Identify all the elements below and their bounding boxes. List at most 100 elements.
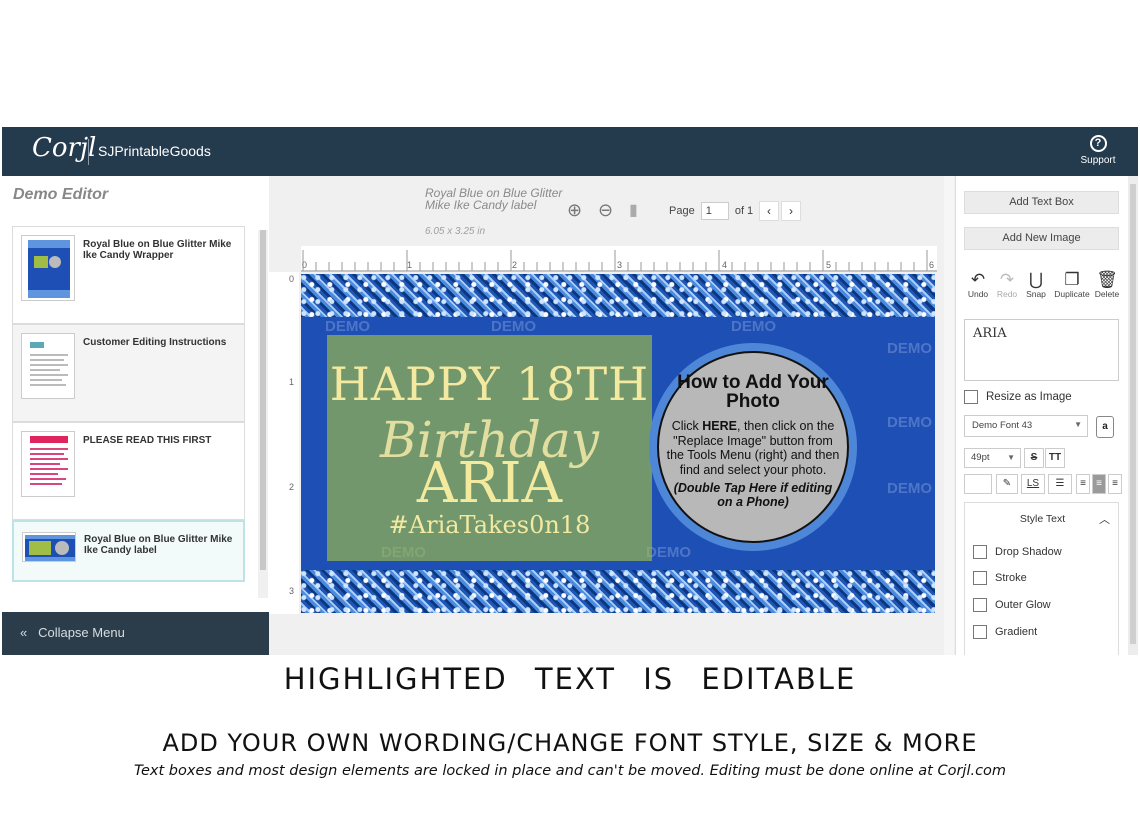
trash-icon[interactable]: ▮ <box>629 200 638 220</box>
page-input[interactable]: 1 <box>700 202 729 220</box>
style-text-section: Style Text ︿ Drop Shadow Stroke Outer Gl… <box>964 502 1119 655</box>
font-size-select[interactable]: 49pt ▼ <box>964 448 1021 468</box>
drop-shadow-option[interactable]: Drop Shadow <box>973 545 1062 559</box>
template-item[interactable]: Customer Editing Instructions <box>12 324 245 422</box>
left-scrollbar[interactable] <box>258 230 268 598</box>
font-preview-button[interactable]: a <box>1096 416 1114 438</box>
add-new-image-button[interactable]: Add New Image <box>964 227 1119 250</box>
resize-as-image-option[interactable]: Resize as Image <box>964 390 1072 404</box>
duplicate-icon: ❐ <box>1064 270 1080 289</box>
page-indicator: Page 1 of 1 <box>669 202 753 220</box>
help-icon: ? <box>1089 135 1107 152</box>
prev-page-button[interactable]: ‹ <box>759 201 779 221</box>
trash-icon: 🗑 <box>1096 270 1118 289</box>
checkbox[interactable] <box>973 545 987 559</box>
editor-window: Corjl SJPrintableGoods ? Support Demo Ed… <box>2 127 1138 655</box>
template-item-selected[interactable]: Royal Blue on Blue Glitter Mike Ike Cand… <box>12 520 245 582</box>
canvas-scrollbar[interactable] <box>944 176 954 655</box>
template-thumbnail <box>22 532 76 562</box>
stroke-option[interactable]: Stroke <box>973 571 1027 585</box>
text-transform-button[interactable]: TT <box>1045 448 1065 468</box>
template-item[interactable]: Royal Blue on Blue Glitter Mike Ike Cand… <box>12 226 245 324</box>
checkbox[interactable] <box>973 598 987 612</box>
template-name: Royal Blue on Blue Glitter Mike Ike Cand… <box>84 534 233 556</box>
line-height-icon[interactable]: ☰ <box>1048 474 1072 494</box>
snap-button[interactable]: ⋃ Snap <box>1019 271 1053 299</box>
shop-name: SJPrintableGoods <box>98 143 211 159</box>
add-text-box-button[interactable]: Add Text Box <box>964 191 1119 214</box>
delete-label: Delete <box>1094 289 1120 299</box>
caption-note: Text boxes and most design elements are … <box>133 763 1007 779</box>
happy-18th-text[interactable]: HAPPY 18TH <box>327 357 652 411</box>
checkbox[interactable] <box>973 625 987 639</box>
letter-spacing-button[interactable]: LS <box>1021 474 1045 494</box>
support-button[interactable]: ? Support <box>1078 135 1118 166</box>
ruler-label: 6 <box>929 260 935 270</box>
left-ruler: 0 1 2 3 <box>269 272 299 614</box>
demo-watermark: DEMO <box>887 480 932 497</box>
ruler-label: 1 <box>407 260 413 270</box>
font-select-value: Demo Font 43 <box>972 420 1033 431</box>
delete-button[interactable]: 🗑 Delete <box>1090 271 1124 299</box>
editable-text-highlight[interactable]: HAPPY 18TH Birthday ARIA #AriaTakes0n18 <box>327 335 652 561</box>
outer-glow-label: Outer Glow <box>995 598 1051 611</box>
ruler-label: 0 <box>289 274 295 284</box>
zoom-out-icon[interactable]: ⊖ <box>598 200 613 221</box>
collapse-menu-button[interactable]: « Collapse Menu <box>2 612 269 655</box>
style-text-header[interactable]: Style Text <box>965 513 1120 525</box>
gradient-option[interactable]: Gradient <box>973 625 1037 639</box>
left-scrollbar-thumb[interactable] <box>260 230 266 570</box>
text-content-input[interactable]: ARIA <box>964 319 1119 381</box>
align-center-icon[interactable]: ≡ <box>1092 474 1106 494</box>
double-chevron-left-icon: « <box>20 625 28 640</box>
strikethrough-button[interactable]: S <box>1024 448 1044 468</box>
next-page-button[interactable]: › <box>781 201 801 221</box>
drop-shadow-label: Drop Shadow <box>995 545 1062 558</box>
color-swatch[interactable] <box>964 474 992 494</box>
ruler-label: 2 <box>289 482 295 492</box>
template-thumbnail <box>21 431 75 497</box>
hashtag-text[interactable]: #AriaTakes0n18 <box>327 511 652 539</box>
template-thumbnail <box>21 333 75 399</box>
photo-placeholder[interactable]: How to Add Your Photo Click HERE, then c… <box>657 351 849 543</box>
left-panel-title: Demo Editor <box>13 186 109 203</box>
canvas-area: Royal Blue on Blue Glitter Mike Ike Cand… <box>269 176 955 655</box>
ruler-label: 4 <box>722 260 728 270</box>
chevron-up-icon[interactable]: ︿ <box>1099 511 1110 527</box>
duplicate-button[interactable]: ❐ Duplicate <box>1052 271 1092 299</box>
align-left-icon[interactable]: ≡ <box>1076 474 1090 494</box>
design-canvas[interactable]: DEMO DEMO DEMO DEMO DEMO DEMO DEMO DEMO … <box>301 274 935 613</box>
duplicate-label: Duplicate <box>1054 289 1090 299</box>
tools-scrollbar[interactable] <box>1128 176 1138 655</box>
template-thumbnail <box>21 235 75 301</box>
ruler-label: 0 <box>302 260 308 270</box>
top-ruler: 0 1 2 3 4 5 6 <box>301 246 937 272</box>
align-right-icon[interactable]: ≡ <box>1108 474 1122 494</box>
checkbox[interactable] <box>973 571 987 585</box>
chevron-down-icon: ▼ <box>1007 453 1015 462</box>
photo-placeholder-frame[interactable]: How to Add Your Photo Click HERE, then c… <box>649 343 857 551</box>
ruler-label: 3 <box>617 260 623 270</box>
gradient-label: Gradient <box>995 625 1038 638</box>
zoom-in-icon[interactable]: ⊕ <box>567 200 582 221</box>
ruler-label: 1 <box>289 377 295 387</box>
resize-as-image-label: Resize as Image <box>986 391 1072 404</box>
font-select[interactable]: Demo Font 43 ▼ <box>964 415 1088 437</box>
collapse-menu-label: Collapse Menu <box>38 625 125 640</box>
outer-glow-option[interactable]: Outer Glow <box>973 598 1051 612</box>
demo-watermark: DEMO <box>731 318 776 335</box>
name-text[interactable]: ARIA <box>327 451 652 516</box>
support-label: Support <box>1080 155 1116 166</box>
document-name: Royal Blue on Blue Glitter Mike Ike Cand… <box>425 186 563 212</box>
checkbox[interactable] <box>964 390 978 404</box>
template-list: Royal Blue on Blue Glitter Mike Ike Cand… <box>12 226 245 582</box>
demo-watermark: DEMO <box>887 340 932 357</box>
tools-scrollbar-thumb[interactable] <box>1130 184 1136 644</box>
eyedropper-icon[interactable]: ✎ <box>996 474 1018 494</box>
snap-label: Snap <box>1026 289 1046 299</box>
template-name: Royal Blue on Blue Glitter Mike Ike Cand… <box>83 239 232 261</box>
demo-watermark: DEMO <box>491 318 536 335</box>
template-item[interactable]: PLEASE READ THIS FIRST <box>12 422 245 520</box>
caption-customize: ADD YOUR OWN WORDING/CHANGE FONT STYLE, … <box>162 729 978 757</box>
corjl-logo[interactable]: Corjl <box>32 133 96 163</box>
